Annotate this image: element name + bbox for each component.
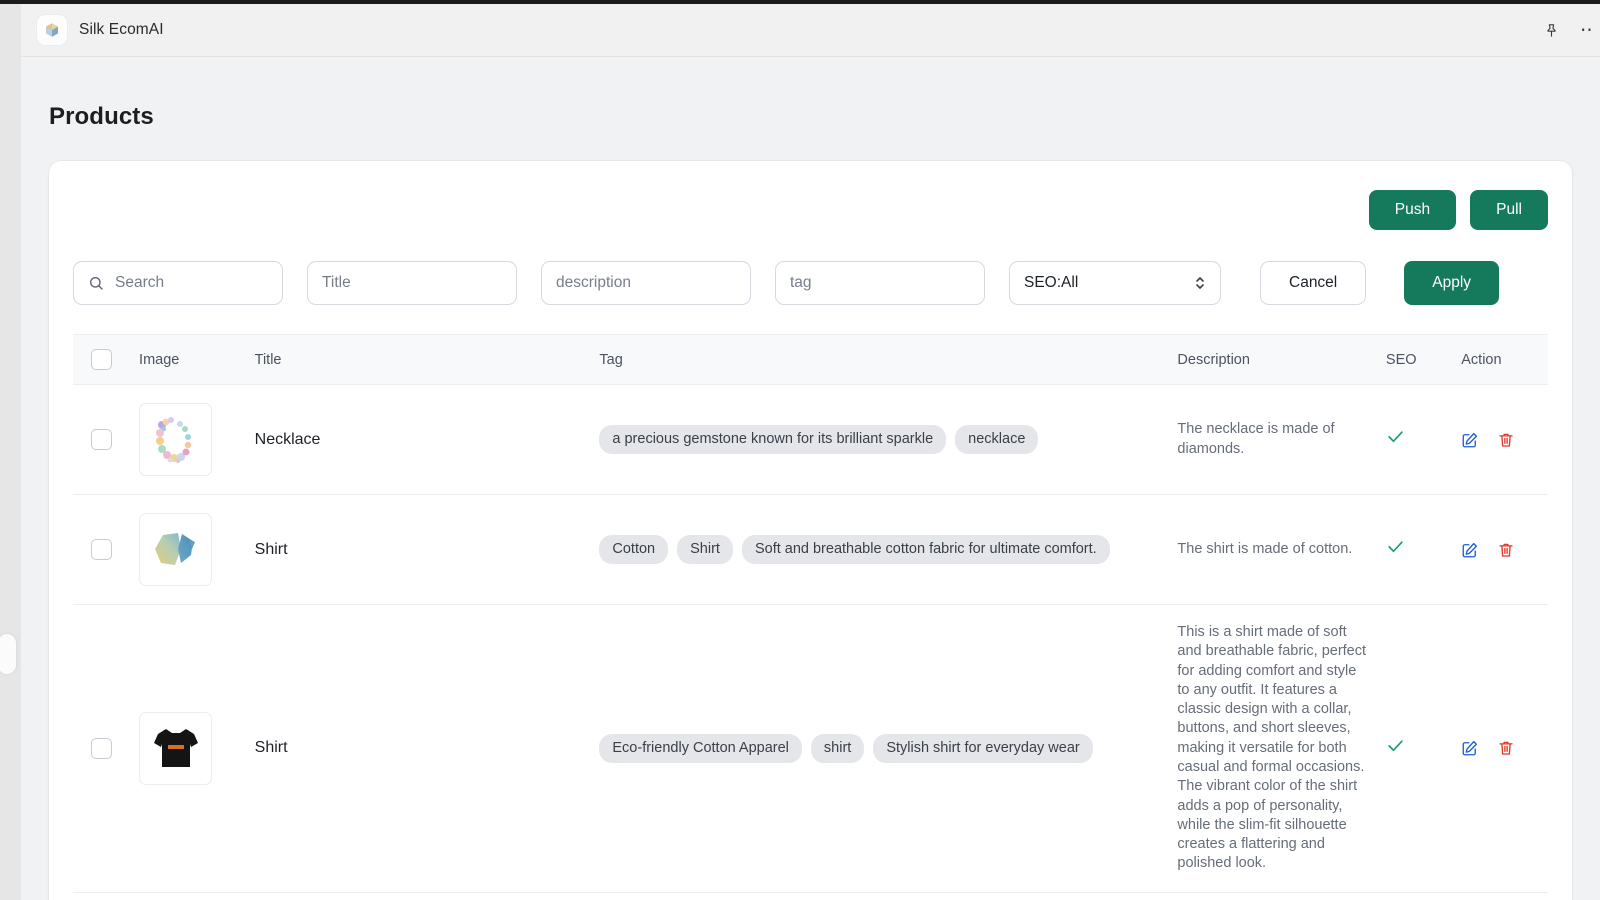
- row-seo-cell: [1385, 494, 1462, 605]
- description-input[interactable]: [556, 274, 736, 292]
- tag-list: a precious gemstone known for its brilli…: [599, 425, 1129, 454]
- seo-check-icon: [1386, 430, 1405, 451]
- table-row[interactable]: Necklace a precious gemstone known for i…: [73, 384, 1548, 495]
- row-actions: [1461, 541, 1548, 559]
- cube-logo-icon: [37, 15, 67, 45]
- search-icon: [88, 275, 104, 291]
- row-description: The shirt is made of cotton.: [1177, 494, 1386, 605]
- gemstone-necklace-thumbnail: [139, 403, 213, 476]
- push-button[interactable]: Push: [1368, 190, 1457, 230]
- tag-chip[interactable]: Eco-friendly Cotton Apparel: [599, 733, 802, 763]
- tag-chip[interactable]: Stylish shirt for everyday wear: [873, 733, 1093, 763]
- trash-icon[interactable]: [1497, 739, 1515, 757]
- row-checkbox[interactable]: [91, 539, 112, 560]
- title-filter-field[interactable]: [307, 261, 517, 305]
- column-header-image: Image: [139, 334, 255, 385]
- row-select-cell: [73, 604, 140, 893]
- drawer-handle[interactable]: [0, 634, 16, 674]
- apply-button[interactable]: Apply: [1404, 261, 1500, 305]
- tag-chip[interactable]: a precious gemstone known for its brilli…: [599, 425, 947, 454]
- tag-list: Cotton Shirt Soft and breathable cotton …: [599, 535, 1129, 564]
- tag-filter-field[interactable]: [775, 261, 985, 305]
- page-body: Products Push Pull Search Title descript…: [21, 57, 1600, 900]
- tag-chip[interactable]: Soft and breathable cotton fabric for ul…: [741, 535, 1110, 564]
- table-header-row: Image Title Tag Description SEO Action: [73, 334, 1548, 385]
- edit-icon[interactable]: [1461, 431, 1479, 449]
- table-row[interactable]: Shirt Cotton Shirt Soft and breathable c…: [73, 494, 1548, 605]
- title-bar-actions: ⋯: [1540, 4, 1594, 57]
- row-image-cell: [139, 494, 255, 605]
- column-header-action: Action: [1461, 334, 1548, 385]
- row-actions-cell: [1461, 604, 1548, 893]
- trash-icon[interactable]: [1497, 431, 1515, 449]
- seo-check-icon: [1386, 739, 1405, 760]
- row-description: This is a shirt made of soft and breatha…: [1177, 604, 1386, 893]
- chevron-updown-icon: [1194, 273, 1206, 293]
- column-header-description: Description: [1177, 334, 1386, 385]
- row-actions-cell: [1461, 494, 1548, 605]
- title-input[interactable]: [322, 274, 502, 292]
- row-tags-cell: Eco-friendly Cotton Apparel shirt Stylis…: [599, 604, 1178, 893]
- pin-icon[interactable]: [1540, 20, 1562, 42]
- column-header-seo: SEO: [1385, 334, 1462, 385]
- row-actions: [1461, 739, 1548, 757]
- tag-chip[interactable]: Cotton: [599, 535, 669, 564]
- search-field[interactable]: [73, 261, 283, 305]
- tag-chip[interactable]: shirt: [810, 733, 865, 763]
- row-checkbox[interactable]: [91, 737, 112, 759]
- row-select-cell: [73, 384, 140, 495]
- column-header-title: Title: [254, 334, 600, 385]
- products-table: Image Title Tag Description SEO Action N…: [73, 334, 1548, 893]
- pull-button[interactable]: Pull: [1470, 190, 1548, 230]
- row-checkbox[interactable]: [91, 429, 112, 450]
- select-all-checkbox[interactable]: [91, 349, 112, 370]
- app-window: Silk EcomAI ⋯ Products Push Pull: [21, 4, 1600, 900]
- seo-check-icon: [1386, 540, 1405, 561]
- tag-input[interactable]: [790, 274, 970, 292]
- row-image-cell: [139, 604, 255, 893]
- row-title: Necklace: [254, 384, 600, 495]
- cancel-button[interactable]: Cancel: [1260, 261, 1367, 305]
- description-filter-field[interactable]: [541, 261, 751, 305]
- column-header-tag: Tag: [599, 334, 1178, 385]
- search-input[interactable]: [115, 274, 268, 292]
- left-gutter: [0, 4, 21, 900]
- screen: Silk EcomAI ⋯ Products Push Pull: [0, 0, 1600, 900]
- row-tags-cell: a precious gemstone known for its brilli…: [599, 384, 1178, 495]
- row-seo-cell: [1385, 604, 1462, 893]
- row-actions: [1461, 431, 1548, 449]
- sync-actions: Push Pull: [73, 183, 1548, 230]
- more-options-icon[interactable]: ⋯: [1580, 27, 1594, 35]
- trash-icon[interactable]: [1497, 541, 1515, 559]
- row-description: The necklace is made of diamonds.: [1177, 384, 1386, 495]
- select-all-header: [73, 334, 140, 385]
- app-title: Silk EcomAI: [79, 21, 164, 38]
- abstract-gradient-shape-thumbnail: [139, 513, 213, 586]
- row-title: Shirt: [254, 494, 600, 605]
- row-actions-cell: [1461, 384, 1548, 495]
- page-title: Products: [49, 103, 154, 130]
- table-body: Necklace a precious gemstone known for i…: [73, 384, 1548, 893]
- filter-bar: SEO:All Cancel Apply: [73, 261, 1548, 305]
- row-select-cell: [73, 494, 140, 605]
- seo-select-value: SEO:All: [1024, 274, 1079, 291]
- row-image-cell: [139, 384, 255, 495]
- tag-chip[interactable]: necklace: [955, 425, 1039, 454]
- edit-icon[interactable]: [1461, 739, 1479, 757]
- row-seo-cell: [1385, 384, 1462, 495]
- row-tags-cell: Cotton Shirt Soft and breathable cotton …: [599, 494, 1178, 605]
- row-title: Shirt: [254, 604, 600, 893]
- tag-list: Eco-friendly Cotton Apparel shirt Stylis…: [599, 733, 1129, 763]
- tag-chip[interactable]: Shirt: [677, 535, 733, 564]
- title-bar: Silk EcomAI ⋯: [21, 4, 1600, 57]
- seo-select[interactable]: SEO:All: [1009, 261, 1221, 305]
- table-row[interactable]: Shirt Eco-friendly Cotton Apparel shirt …: [73, 604, 1548, 893]
- edit-icon[interactable]: [1461, 541, 1479, 559]
- black-tshirt-thumbnail: [139, 711, 213, 785]
- products-card: Push Pull Search Title description tag S…: [49, 161, 1572, 900]
